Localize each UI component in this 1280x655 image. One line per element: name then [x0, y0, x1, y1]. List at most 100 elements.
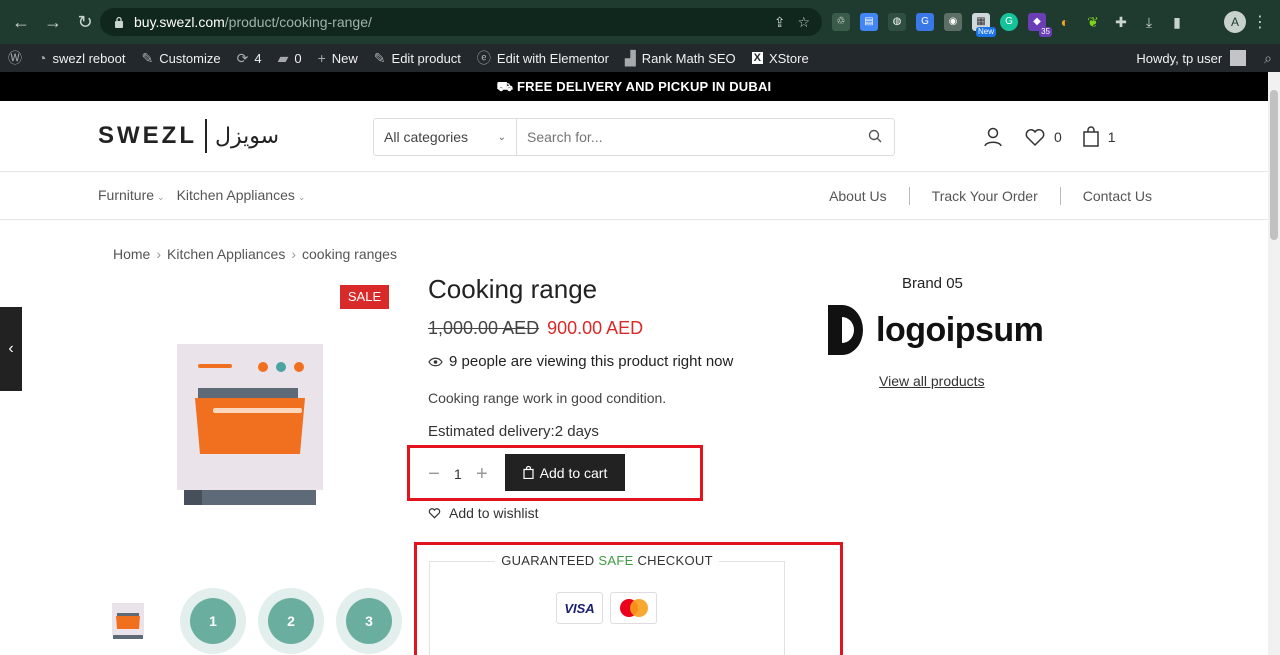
moon-ext-icon[interactable]: ◐: [1056, 13, 1074, 31]
thumbnail-3[interactable]: 3: [336, 588, 402, 654]
logo-divider: [205, 119, 207, 153]
leaf-ext-icon[interactable]: ❦: [1084, 13, 1102, 31]
search-input[interactable]: [517, 119, 856, 155]
short-description: Cooking range work in good condition.: [428, 390, 667, 406]
admin-site-name[interactable]: ◔ swezl reboot: [30, 44, 133, 72]
admin-edit-product[interactable]: ✎ Edit product: [366, 44, 469, 72]
breadcrumb-home[interactable]: Home: [113, 246, 150, 262]
quantity-stepper: − 1 +: [426, 460, 490, 488]
admin-elementor[interactable]: ⓔ Edit with Elementor: [469, 44, 617, 72]
thumbnail-main[interactable]: [108, 601, 148, 641]
thumbnail-2[interactable]: 2: [258, 588, 324, 654]
cart-link[interactable]: 1: [1082, 126, 1116, 148]
docs-ext-icon[interactable]: ▤: [860, 13, 878, 31]
recycle-ext-icon[interactable]: ♲: [832, 13, 850, 31]
profile-avatar[interactable]: A: [1224, 11, 1246, 33]
extensions-bar: ♲ ▤ ◍ G ◉ ▦ New G ◆ 35 ◐ ❦ ✚ ⤓ ▮: [832, 10, 1186, 37]
globe-ext-icon[interactable]: ◍: [888, 13, 906, 31]
eye-icon: [428, 357, 443, 366]
sale-price: 900.00 AED: [547, 318, 644, 338]
product-image[interactable]: [170, 340, 330, 510]
chevron-down-icon: ⌄: [497, 131, 506, 143]
sidepanel-icon[interactable]: ▮: [1168, 13, 1186, 31]
sale-badge: SALE: [340, 285, 389, 309]
elementor-icon: ⓔ: [476, 50, 491, 66]
wishlist-link[interactable]: 0: [1024, 127, 1062, 147]
bookmark-star-icon[interactable]: ☆: [797, 14, 810, 31]
dashboard-icon: ◔: [38, 50, 47, 66]
nav-kitchen-appliances[interactable]: Kitchen Appliances ⌄: [177, 187, 306, 203]
forward-icon[interactable]: →: [42, 11, 64, 33]
back-icon[interactable]: ←: [10, 11, 32, 33]
account-link[interactable]: [982, 126, 1004, 148]
admin-updates[interactable]: ⟳ 4: [229, 44, 270, 72]
admin-search-icon[interactable]: ⌕: [1264, 50, 1272, 67]
nav-track-order[interactable]: Track Your Order: [910, 188, 1060, 204]
puzzle-count-ext-icon[interactable]: ◆ 35: [1028, 13, 1052, 37]
lock-icon: [114, 16, 124, 28]
admin-howdy[interactable]: Howdy, tp user: [1136, 51, 1222, 66]
live-viewers: 9 people are viewing this product right …: [428, 353, 733, 370]
breadcrumb-category[interactable]: Kitchen Appliances: [167, 246, 285, 262]
heart-icon: [1025, 129, 1045, 147]
add-to-cart-button[interactable]: Add to cart: [505, 454, 625, 491]
user-avatar[interactable]: [1230, 50, 1247, 66]
plus-icon[interactable]: +: [474, 463, 490, 486]
visa-card-icon: VISA: [556, 592, 603, 624]
address-bar[interactable]: buy.swezl.com/product/cooking-range/ ⇪ ☆: [100, 8, 822, 36]
chevron-down-icon: ⌄: [297, 192, 306, 202]
site-logo[interactable]: SWEZL سويزل: [98, 118, 279, 154]
more-menu-icon[interactable]: ⋮: [1252, 12, 1268, 32]
breadcrumb-separator: ›: [291, 246, 297, 262]
add-to-wishlist-link[interactable]: Add to wishlist: [428, 505, 538, 521]
product-price: 1,000.00 AED 900.00 AED: [428, 318, 643, 339]
nav-about-us[interactable]: About Us: [807, 188, 909, 204]
view-all-products-link[interactable]: View all products: [879, 373, 985, 389]
share-icon[interactable]: ⇪: [774, 14, 786, 31]
bag-icon: [523, 466, 534, 479]
scrollbar-thumb[interactable]: [1270, 90, 1278, 240]
search-icon[interactable]: [856, 129, 894, 146]
admin-new[interactable]: + New: [310, 44, 366, 72]
user-icon: [984, 127, 1002, 147]
thumbnail-1[interactable]: 1: [180, 588, 246, 654]
admin-comments[interactable]: ▰ 0: [270, 44, 310, 72]
promo-text: FREE DELIVERY AND PICKUP IN DUBAI: [517, 79, 772, 94]
logo-arabic: سويزل: [215, 123, 280, 149]
camera-ext-icon[interactable]: ◉: [944, 13, 962, 31]
grammarly-ext-icon[interactable]: G: [1000, 13, 1018, 31]
count-badge: 35: [1039, 27, 1052, 37]
search-form: All categories ⌄: [373, 118, 895, 156]
brand-logo[interactable]: logoipsum: [828, 305, 1044, 355]
news-ext-icon[interactable]: ▦ New: [972, 13, 996, 37]
brush-icon: ✎: [141, 49, 154, 66]
page-scrollbar[interactable]: [1268, 72, 1280, 655]
download-icon[interactable]: ⤓: [1140, 13, 1158, 31]
prev-product-arrow[interactable]: ‹: [0, 307, 22, 391]
quantity-value[interactable]: 1: [454, 466, 462, 482]
translate-ext-icon[interactable]: G: [916, 13, 934, 31]
brand-label: Brand 05: [902, 275, 963, 292]
reload-icon[interactable]: ↻: [74, 11, 96, 33]
admin-xstore[interactable]: X XStore: [744, 44, 817, 72]
safe-checkout-title: GUARANTEED SAFE CHECKOUT: [429, 553, 785, 568]
browser-toolbar: ← → ↻ buy.swezl.com/product/cooking-rang…: [0, 0, 1280, 44]
rank-math-icon: ▟: [624, 49, 636, 66]
admin-customize[interactable]: ✎ Customize: [133, 44, 228, 72]
shopping-bag-icon: [1083, 126, 1099, 147]
breadcrumb-separator: ›: [156, 246, 162, 262]
extensions-puzzle-icon[interactable]: ✚: [1112, 13, 1130, 31]
pencil-icon: ✎: [373, 49, 386, 66]
wordpress-logo-icon[interactable]: Ⓦ: [0, 44, 30, 72]
mastercard-icon: [610, 592, 657, 624]
chevron-down-icon: ⌄: [157, 192, 165, 202]
wp-admin-bar: Ⓦ ◔ swezl reboot ✎ Customize ⟳ 4 ▰ 0 + New ✎ E…: [0, 44, 1280, 72]
category-select[interactable]: All categories ⌄: [374, 119, 517, 155]
minus-icon[interactable]: −: [426, 463, 442, 486]
nav-contact-us[interactable]: Contact Us: [1061, 188, 1152, 204]
plus-icon: +: [317, 50, 326, 66]
comment-icon: ▰: [277, 49, 289, 66]
admin-rank-math[interactable]: ▟ Rank Math SEO: [617, 44, 744, 72]
breadcrumb-current[interactable]: cooking ranges: [302, 246, 397, 262]
nav-furniture[interactable]: Furniture ⌄: [98, 187, 165, 203]
